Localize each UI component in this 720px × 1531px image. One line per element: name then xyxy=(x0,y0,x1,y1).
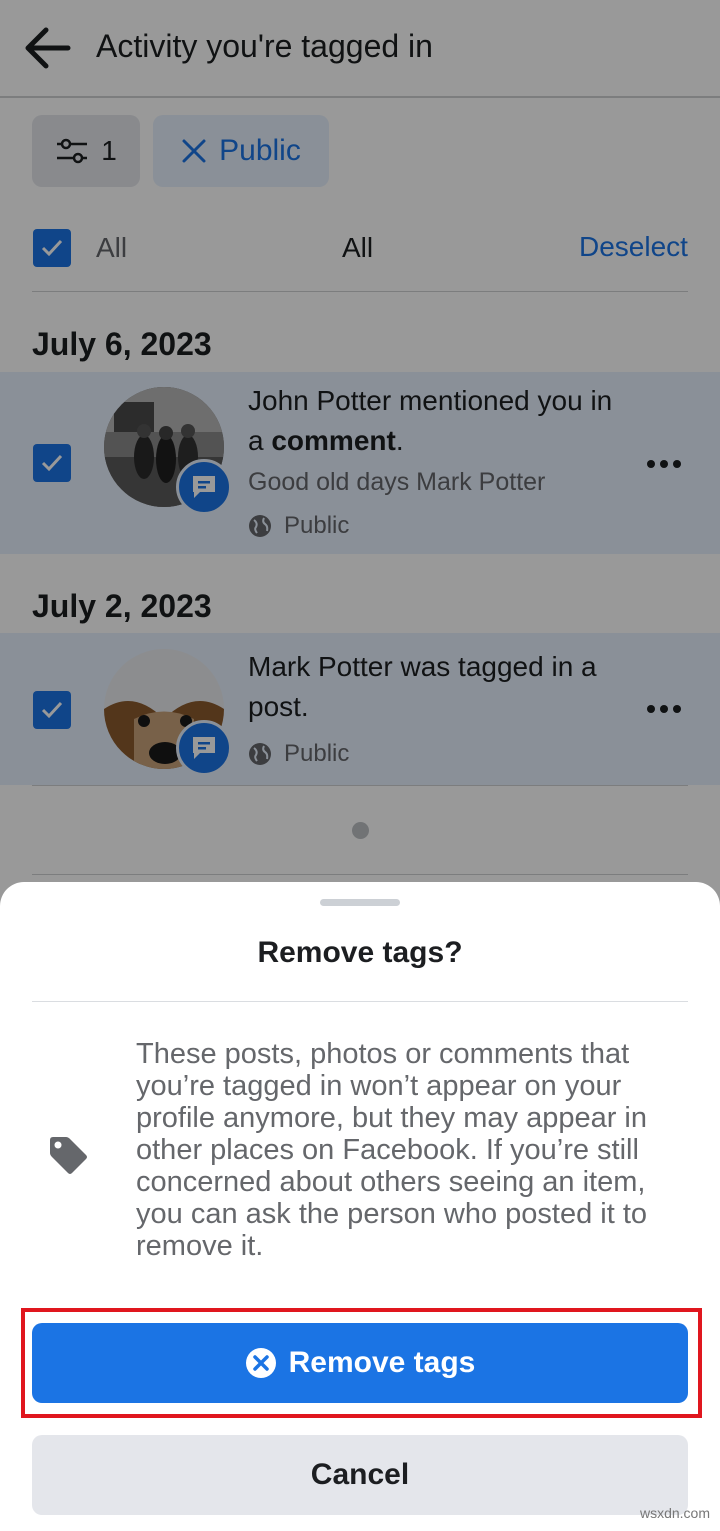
cancel-button[interactable]: Cancel xyxy=(32,1435,688,1515)
divider xyxy=(32,1001,688,1002)
remove-tags-sheet: Remove tags? These posts, photos or comm… xyxy=(0,882,720,1531)
sheet-description: These posts, photos or comments that you… xyxy=(136,1038,648,1262)
watermark: wsxdn.com xyxy=(639,1505,710,1521)
annotation-highlight-box xyxy=(21,1308,702,1418)
sheet-title: Remove tags? xyxy=(257,936,463,969)
tag-icon xyxy=(50,1137,87,1174)
sheet-drag-handle[interactable] xyxy=(320,899,400,906)
